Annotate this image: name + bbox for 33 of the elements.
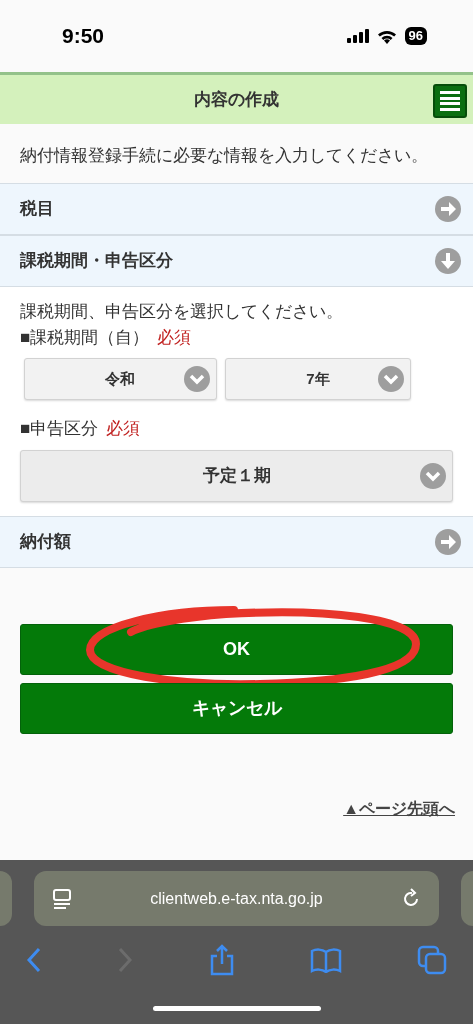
signal-icon [346, 29, 369, 43]
required-label: 必須 [157, 326, 192, 349]
back-icon[interactable] [26, 947, 42, 973]
field-label: ■課税期間（自） [20, 326, 150, 349]
reader-icon[interactable] [52, 887, 72, 910]
share-icon[interactable] [208, 944, 235, 976]
intro-text: 納付情報登録手続に必要な情報を入力してください。 [19, 145, 429, 167]
chevron-down-icon [378, 366, 404, 393]
section-title: 課税期間・申告区分 [20, 250, 173, 273]
chevron-down-icon [420, 462, 446, 489]
tabs-icon[interactable] [417, 945, 447, 975]
instruction-text: 課税期間、申告区分を選択してください。 [20, 301, 344, 324]
section-title: 納付額 [20, 530, 71, 553]
select-dropdown[interactable]: 7年 [224, 358, 411, 401]
page-title: 内容の作成 [194, 88, 279, 111]
cancel-button[interactable]: キャンセル [20, 682, 453, 734]
wifi-icon [376, 28, 397, 44]
section-title: 税目 [20, 198, 54, 221]
menu-button[interactable] [433, 84, 467, 118]
chevron-down-icon [183, 366, 210, 393]
battery-indicator: 96 [404, 27, 427, 45]
select-dropdown[interactable]: 令和 [24, 358, 217, 401]
select-dropdown[interactable]: 予定１期 [20, 449, 453, 502]
field-label: ■申告区分 [20, 418, 99, 441]
url-text: clientweb.e-tax.nta.go.jp [150, 888, 323, 909]
ok-button[interactable]: OK [20, 623, 453, 675]
book-icon[interactable] [309, 947, 342, 973]
required-label: 必須 [106, 418, 141, 441]
tab-preview[interactable] [461, 871, 473, 926]
tab-preview[interactable] [0, 871, 12, 926]
address-bar[interactable]: clientweb.e-tax.nta.go.jp [34, 871, 439, 926]
status-time: 9:50 [62, 23, 105, 50]
page-top-link[interactable]: ▲ページ先頭へ [343, 799, 455, 817]
